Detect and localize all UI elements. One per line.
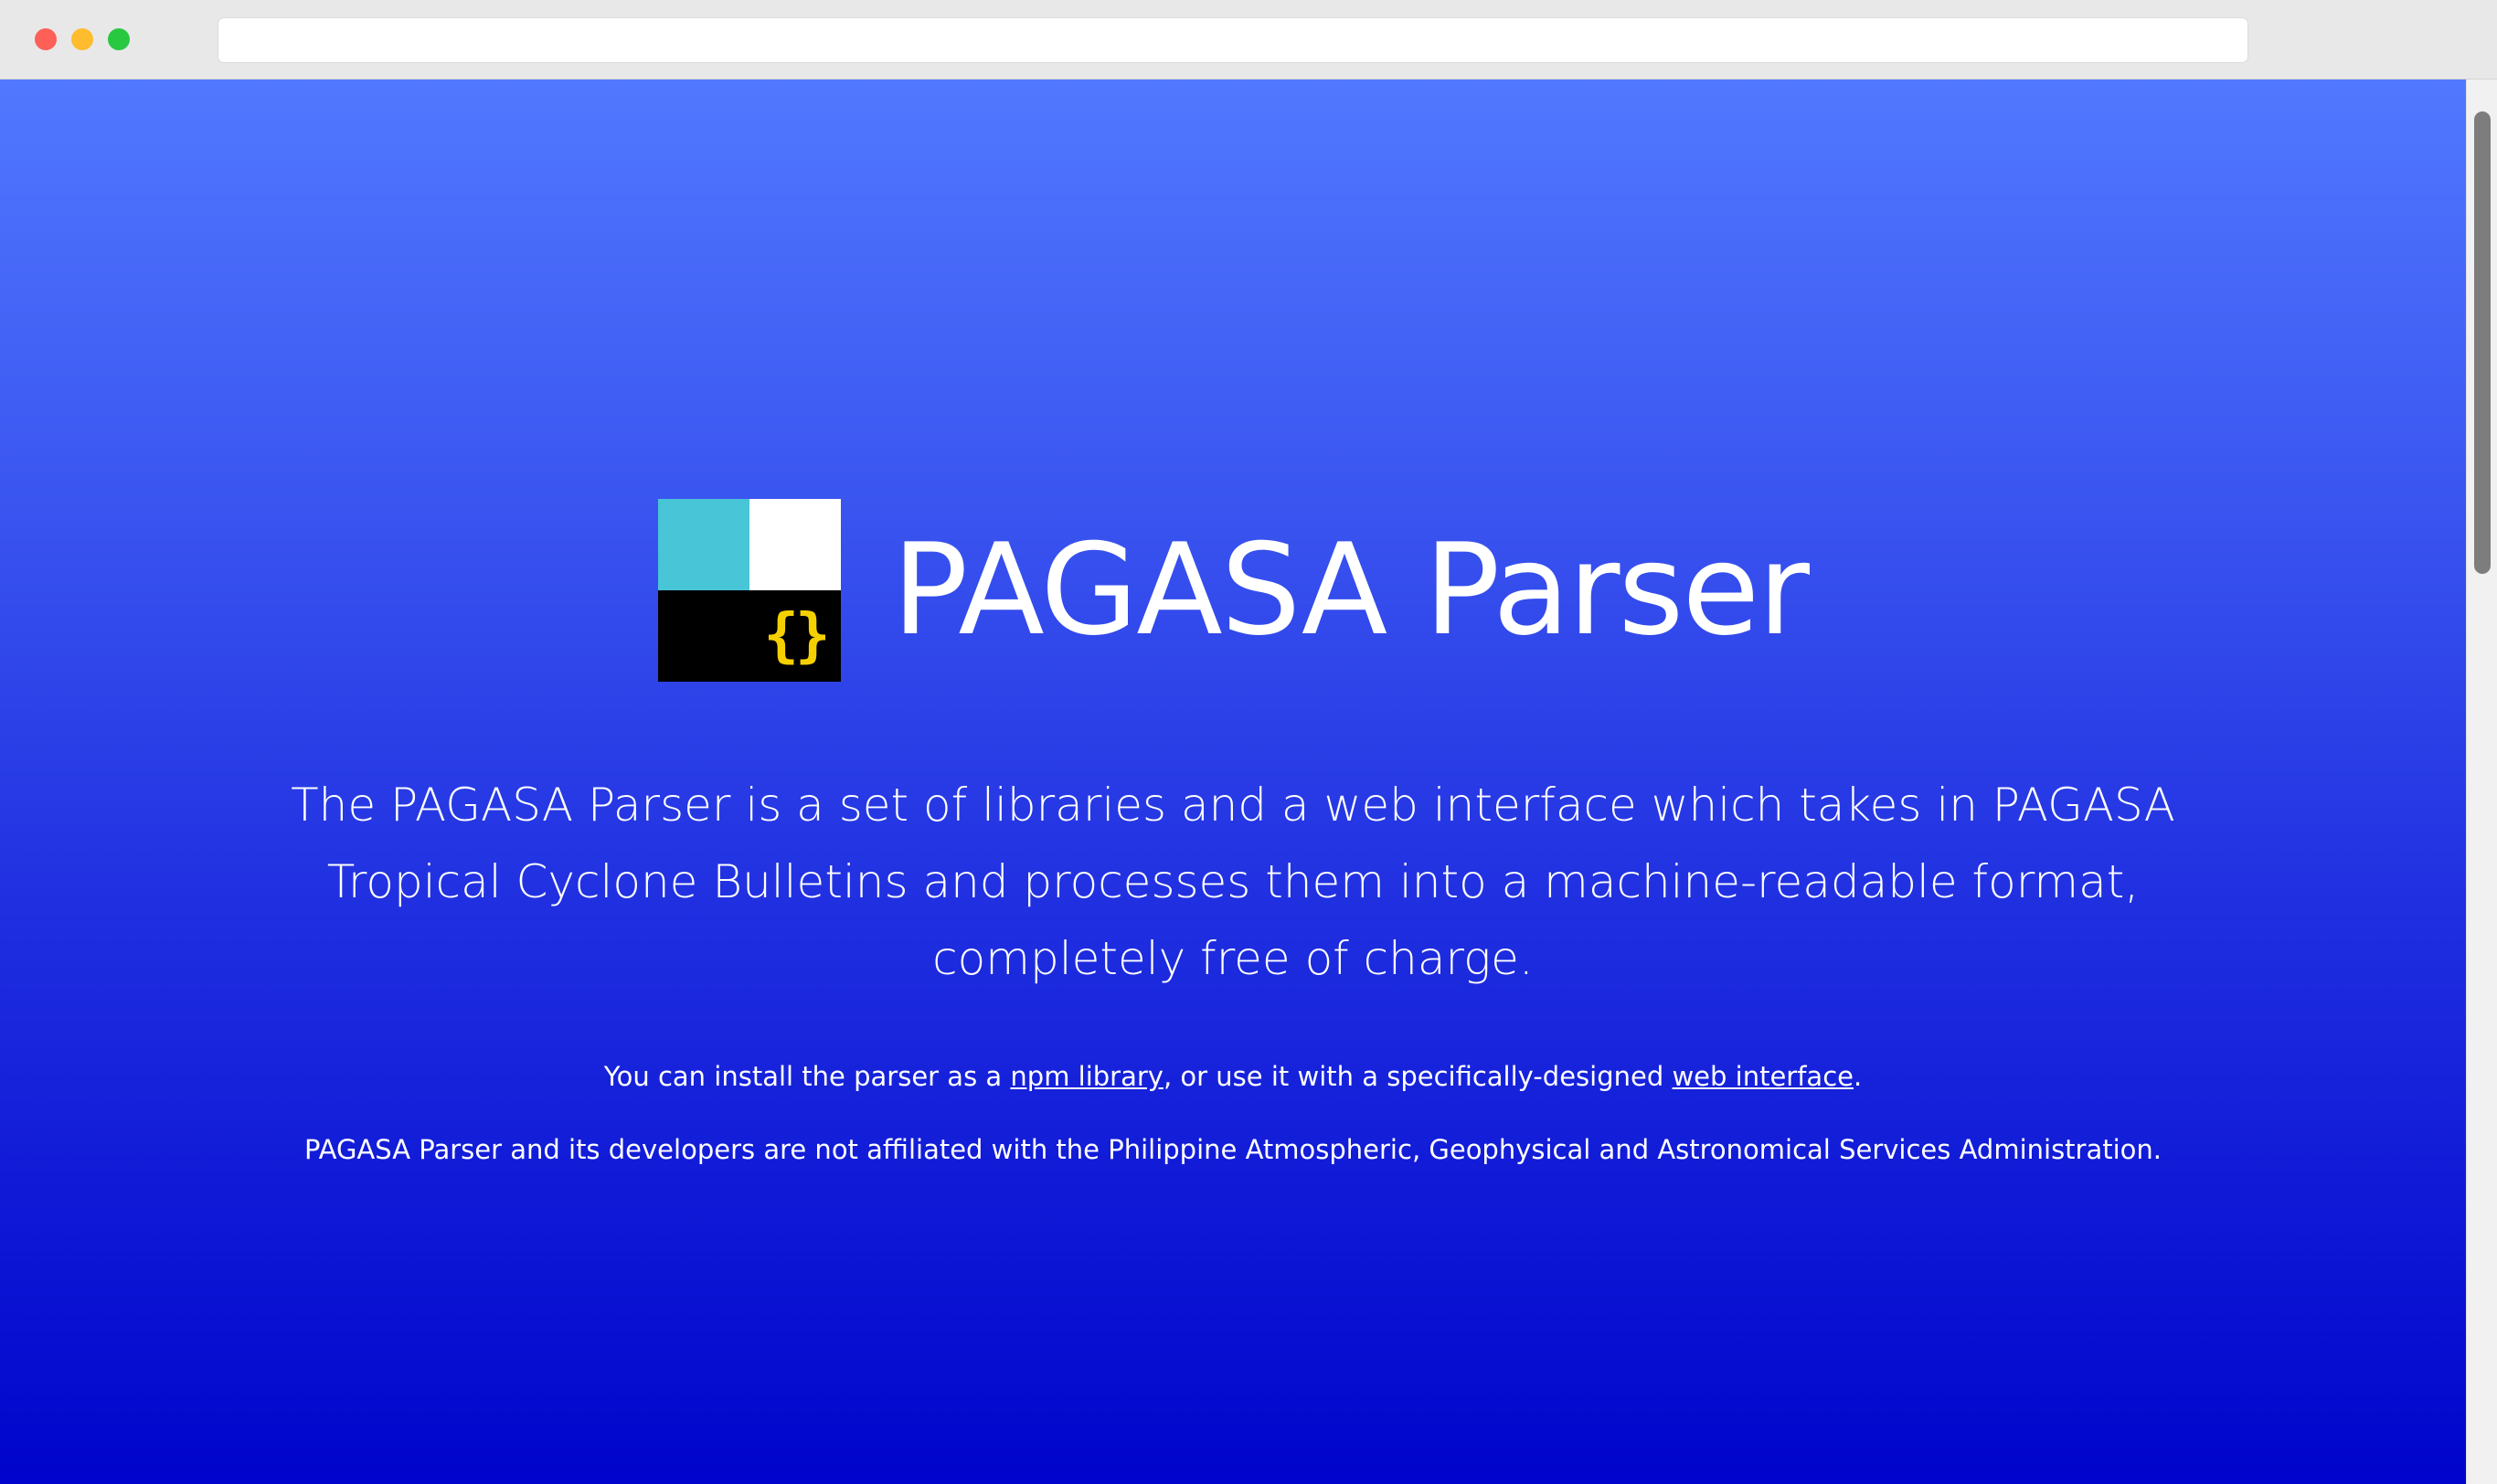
page-title: PAGASA Parser (892, 516, 1810, 664)
npm-library-link[interactable]: npm library (1010, 1061, 1163, 1092)
project-description: The PAGASA Parser is a set of libraries … (291, 779, 2175, 985)
pagasa-parser-logo: {} (658, 499, 841, 683)
curly-braces-icon: {} (763, 602, 830, 671)
browser-titlebar (0, 0, 2497, 80)
window-minimize-button[interactable] (71, 28, 93, 50)
web-interface-link[interactable]: web interface (1672, 1061, 1854, 1092)
install-suffix-text: . (1854, 1061, 1863, 1092)
install-prefix-text: You can install the parser as a (603, 1061, 1011, 1092)
hero-header: {} PAGASA Parser (0, 443, 2466, 738)
vertical-scrollbar[interactable] (2466, 80, 2497, 1484)
install-middle-text: , or use it with a specifically-designed (1163, 1061, 1673, 1092)
page-viewport: {} PAGASA Parser The PAGASA Parser is a … (0, 80, 2466, 1484)
logo-white-square (749, 499, 841, 591)
affiliation-disclaimer: PAGASA Parser and its developers are not… (303, 1134, 2162, 1165)
install-info: You can install the parser as a npm libr… (0, 1054, 2466, 1099)
address-bar[interactable] (218, 18, 2247, 62)
scrollbar-thumb[interactable] (2474, 111, 2491, 574)
window-maximize-button[interactable] (108, 28, 130, 50)
browser-window: {} PAGASA Parser The PAGASA Parser is a … (0, 0, 2497, 1484)
window-close-button[interactable] (35, 28, 57, 50)
logo-teal-square (658, 499, 749, 591)
